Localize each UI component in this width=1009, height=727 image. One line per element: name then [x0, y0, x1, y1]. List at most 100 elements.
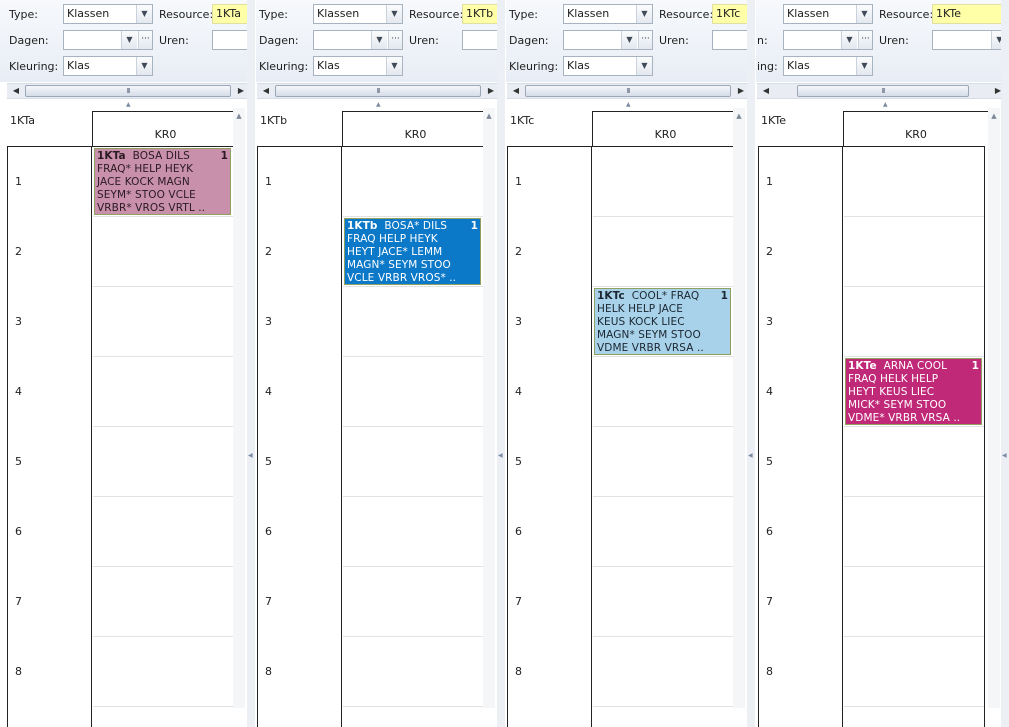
scroll-left-icon[interactable]: ◀: [9, 84, 23, 98]
type-combo[interactable]: Klassen ▼: [783, 4, 873, 24]
vertical-scrollbar[interactable]: ▲: [483, 108, 495, 708]
chevron-down-icon[interactable]: ▼: [856, 57, 872, 75]
pane-splitter[interactable]: ◀: [497, 0, 505, 727]
scroll-left-icon[interactable]: ◀: [259, 84, 273, 98]
vertical-scrollbar[interactable]: ▲: [733, 108, 745, 708]
dagen-combo[interactable]: ▼ ···: [783, 30, 873, 50]
type-value: Klassen: [317, 7, 360, 20]
kleuring-value: Klas: [567, 59, 590, 72]
lesson-teachers: HEYT JACE* LEMM: [347, 246, 443, 258]
ellipsis-icon[interactable]: ···: [858, 31, 872, 49]
kleuring-combo[interactable]: Klas ▼: [63, 56, 153, 76]
kleuring-combo[interactable]: Klas ▼: [783, 56, 873, 76]
lesson-cells[interactable]: 1KTb BOSA* DILS 1 FRAQ HELP HEYK HEYT JAC…: [343, 146, 489, 727]
scroll-thumb[interactable]: III: [275, 85, 481, 97]
lesson-card[interactable]: 1KTb BOSA* DILS 1 FRAQ HELP HEYK HEYT JAC…: [344, 218, 481, 285]
horizontal-scrollbar[interactable]: ◀ III ▶: [257, 83, 500, 99]
dagen-combo[interactable]: ▼ ···: [313, 30, 403, 50]
type-combo[interactable]: Klassen ▼: [563, 4, 653, 24]
scroll-right-icon[interactable]: ▶: [234, 84, 248, 98]
vertical-scrollbar[interactable]: ▲: [233, 108, 245, 708]
uren-field[interactable]: [712, 30, 751, 50]
room-column-header[interactable]: KR0: [342, 111, 489, 147]
dagen-combo[interactable]: ▼ ···: [563, 30, 653, 50]
pane-splitter[interactable]: ◀: [247, 0, 255, 727]
lesson-card[interactable]: 1KTa BOSA DILS 1 FRAQ* HELP HEYK JACE KOC…: [94, 148, 231, 215]
lesson-cells[interactable]: 1KTe ARNA COOL 1 FRAQ HELK HELP HEYT KEUS…: [844, 146, 985, 727]
chevron-down-icon[interactable]: ▼: [136, 5, 152, 23]
filter-header: Klassen ▼ Resource: 1KTe n: ▼ ··· Uren: …: [756, 0, 1009, 82]
chevron-down-icon[interactable]: ▼: [856, 5, 872, 23]
slot-label: 4: [265, 385, 272, 398]
room-column-header[interactable]: KR0: [92, 111, 239, 147]
chevron-down-icon[interactable]: ▼: [386, 57, 402, 75]
type-combo[interactable]: Klassen ▼: [63, 4, 153, 24]
ellipsis-icon[interactable]: ···: [388, 31, 402, 49]
splitter-grip-icon[interactable]: ◀: [498, 452, 503, 459]
horizontal-scrollbar[interactable]: ◀ III ▶: [507, 83, 750, 99]
kleuring-value: Klas: [317, 59, 340, 72]
lesson-teachers: MAGN* SEYM STOO: [597, 329, 701, 341]
scroll-thumb[interactable]: III: [797, 85, 969, 97]
lesson-cells[interactable]: 1KTa BOSA DILS 1 FRAQ* HELP HEYK JACE KOC…: [93, 146, 239, 727]
scroll-left-icon[interactable]: ◀: [759, 84, 773, 98]
room-column-header[interactable]: KR0: [592, 111, 739, 147]
type-combo[interactable]: Klassen ▼: [313, 4, 403, 24]
scroll-up-icon[interactable]: ▲: [234, 112, 244, 120]
pane-splitter[interactable]: ◀: [1001, 0, 1009, 727]
scroll-up-icon[interactable]: ▲: [484, 112, 494, 120]
slot-column: 1 2 3 4 5 6 7 8: [257, 146, 342, 727]
pane-splitter[interactable]: ◀: [747, 0, 755, 727]
chevron-down-icon[interactable]: ▼: [621, 31, 637, 49]
chevron-down-icon[interactable]: ▼: [386, 5, 402, 23]
ellipsis-icon[interactable]: ···: [138, 31, 152, 49]
kleuring-combo[interactable]: Klas ▼: [313, 56, 403, 76]
schedule-grid: 1KTc KR0 1 2 3 4 5 6 7 8 1KTc COOL* FRAQ…: [507, 106, 739, 727]
scroll-up-icon[interactable]: ▲: [989, 112, 999, 120]
vertical-scrollbar[interactable]: ▲: [988, 108, 1000, 708]
lesson-teachers: VCLE VRBR VROS* ..: [347, 272, 457, 284]
chevron-down-icon[interactable]: ▼: [121, 31, 137, 49]
slot-label: 5: [265, 455, 272, 468]
lesson-card[interactable]: 1KTe ARNA COOL 1 FRAQ HELK HELP HEYT KEUS…: [845, 358, 982, 425]
resource-name: 1KTe: [761, 114, 786, 127]
lesson-card[interactable]: 1KTc COOL* FRAQ 1 HELK HELP JACE KEUS KOC…: [594, 288, 731, 355]
dagen-label: n:: [757, 34, 768, 47]
resource-field[interactable]: 1KTc: [712, 4, 751, 24]
scroll-up-icon[interactable]: ▲: [734, 112, 744, 120]
chevron-down-icon[interactable]: ▼: [636, 5, 652, 23]
chevron-down-icon[interactable]: ▼: [371, 31, 387, 49]
chevron-down-icon[interactable]: ▼: [136, 57, 152, 75]
chevron-down-icon[interactable]: ▼: [636, 57, 652, 75]
splitter-grip-icon[interactable]: ◀: [248, 452, 253, 459]
chevron-down-icon[interactable]: ▼: [841, 31, 857, 49]
slot-divider: [844, 636, 984, 637]
scroll-left-icon[interactable]: ◀: [509, 84, 523, 98]
splitter-grip-icon[interactable]: ◀: [748, 452, 753, 459]
scroll-thumb[interactable]: III: [25, 85, 231, 97]
horizontal-scrollbar[interactable]: ◀ III ▶: [757, 83, 1007, 99]
uren-field[interactable]: [212, 30, 250, 50]
scroll-thumb[interactable]: III: [525, 85, 731, 97]
schedule-grid: 1KTa KR0 1 2 3 4 5 6 7 8 1KTa BOSA DILS 1…: [7, 106, 239, 727]
lesson-cells[interactable]: 1KTc COOL* FRAQ 1 HELK HELP JACE KEUS KOC…: [593, 146, 739, 727]
scroll-right-icon[interactable]: ▶: [484, 84, 498, 98]
slot-divider: [593, 566, 739, 567]
ellipsis-icon[interactable]: ···: [638, 31, 652, 49]
schedule-grid: 1KTb KR0 1 2 3 4 5 6 7 8 1KTb BOSA* DILS…: [257, 106, 489, 727]
resource-field[interactable]: 1KTa: [212, 4, 250, 24]
lesson-teachers: JACE KOCK MAGN: [97, 176, 190, 188]
resource-field[interactable]: 1KTe: [932, 4, 1008, 24]
scroll-right-icon[interactable]: ▶: [734, 84, 748, 98]
resource-field[interactable]: 1KTb: [462, 4, 501, 24]
slot-label: 2: [766, 245, 773, 258]
resource-label: Resource:: [659, 8, 714, 21]
uren-combo[interactable]: ▼: [932, 30, 1008, 50]
kleuring-combo[interactable]: Klas ▼: [563, 56, 653, 76]
splitter-grip-icon[interactable]: ◀: [1002, 452, 1007, 459]
uren-field[interactable]: [462, 30, 501, 50]
slot-label: 1: [15, 175, 22, 188]
horizontal-scrollbar[interactable]: ◀ III ▶: [7, 83, 250, 99]
dagen-combo[interactable]: ▼ ···: [63, 30, 153, 50]
room-column-header[interactable]: KR0: [843, 111, 989, 147]
